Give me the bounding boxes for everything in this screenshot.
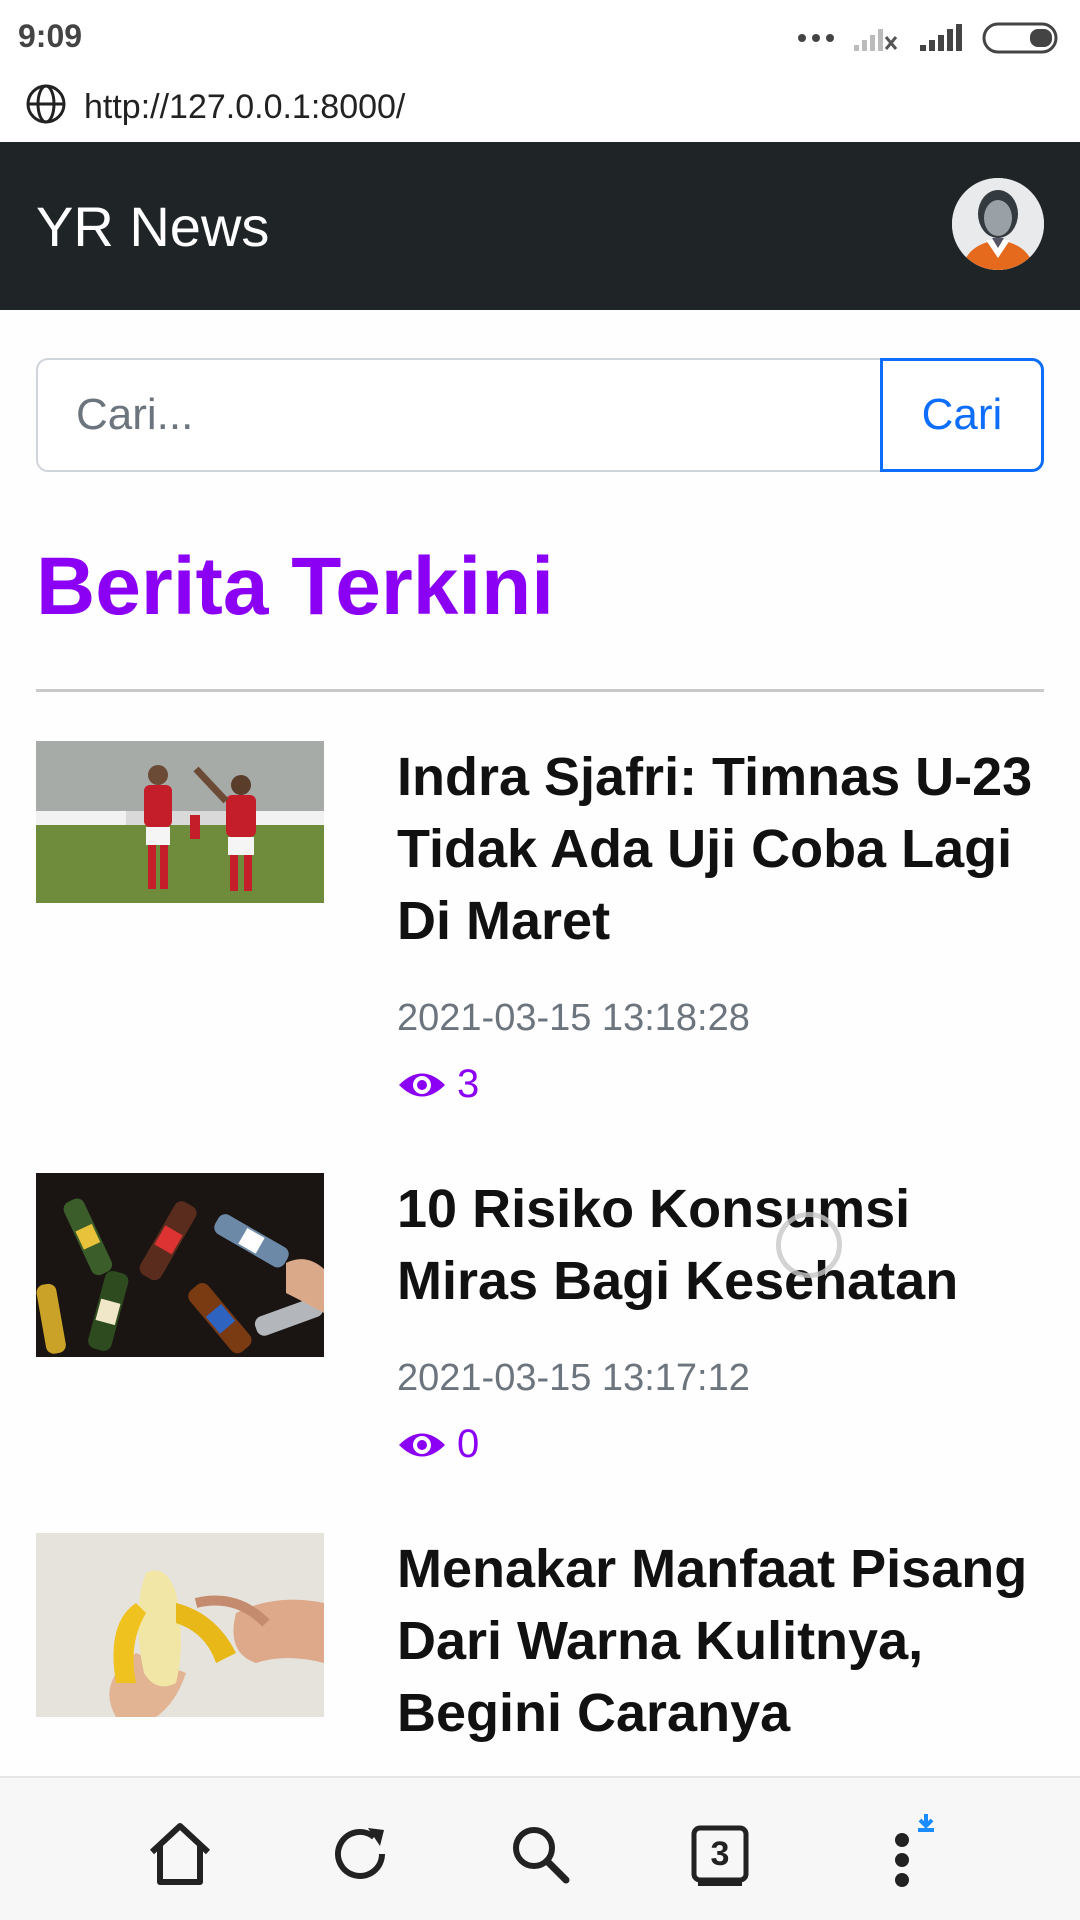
liquor-bottles-image [36,1173,324,1357]
status-time: 9:09 [18,18,83,54]
tabs-button[interactable]: 3 [680,1814,760,1894]
view-count: 3 [457,1062,480,1106]
reload-button[interactable] [320,1814,400,1894]
signal-icon [920,24,962,51]
status-icons [798,18,1062,58]
article-date: 2021-03-15 13:18:28 [397,997,750,1039]
article-title[interactable]: Menakar Manfaat Pisang Dari Warna Kulitn… [397,1533,1047,1749]
article-item[interactable]: Menakar Manfaat Pisang Dari Warna Kulitn… [36,1533,1044,1773]
article-date: 2021-03-15 13:17:12 [397,1357,750,1399]
reload-icon [335,1828,385,1879]
search-input[interactable] [36,358,882,472]
article-thumbnail[interactable] [36,1533,324,1717]
article-views: 3 [397,1062,1047,1107]
menu-button[interactable] [860,1814,940,1894]
section-title: Berita Terkini [36,541,554,632]
view-count: 0 [457,1422,480,1466]
article-body: Indra Sjafri: Timnas U-23 Tidak Ada Uji … [397,741,1047,1107]
brand-link[interactable]: YR News [36,194,269,259]
tab-count: 3 [710,1834,730,1873]
avatar[interactable] [952,178,1044,270]
search-icon [513,1827,570,1884]
browser-bottom-nav: 3 [0,1776,1080,1920]
navbar: YR News [0,142,1080,310]
globe-icon [26,84,66,124]
football-players-image [36,741,324,903]
article-thumbnail[interactable] [36,741,324,903]
home-icon [149,1823,211,1885]
article-body: Menakar Manfaat Pisang Dari Warna Kulitn… [397,1533,1047,1749]
article-thumbnail[interactable] [36,1173,324,1357]
search-nav-button[interactable] [500,1814,580,1894]
divider [36,689,1044,692]
article-title[interactable]: 10 Risiko Konsumsi Miras Bagi Kesehatan [397,1173,1047,1317]
article-item[interactable]: 10 Risiko Konsumsi Miras Bagi Kesehatan … [36,1173,1044,1493]
more-vert-icon [895,1814,934,1887]
search-form: Cari [36,358,1044,472]
status-bar: 9:09 [0,0,1080,72]
address-bar[interactable]: http://127.0.0.1:8000/ [0,72,1080,142]
article-body: 10 Risiko Konsumsi Miras Bagi Kesehatan … [397,1173,1047,1467]
search-button[interactable]: Cari [880,358,1044,472]
eye-icon [399,1433,445,1456]
eye-icon [399,1073,445,1096]
article-views: 0 [397,1422,1047,1467]
url-text[interactable]: http://127.0.0.1:8000/ [84,88,405,127]
more-dots-icon [798,34,834,42]
banana-image [36,1533,324,1717]
user-avatar-icon [952,178,1044,270]
touch-indicator [776,1212,842,1278]
article-title[interactable]: Indra Sjafri: Timnas U-23 Tidak Ada Uji … [397,741,1047,957]
home-button[interactable] [140,1814,220,1894]
battery-icon [982,22,1058,54]
no-signal-icon [854,29,898,51]
article-item[interactable]: Indra Sjafri: Timnas U-23 Tidak Ada Uji … [36,741,1044,1121]
